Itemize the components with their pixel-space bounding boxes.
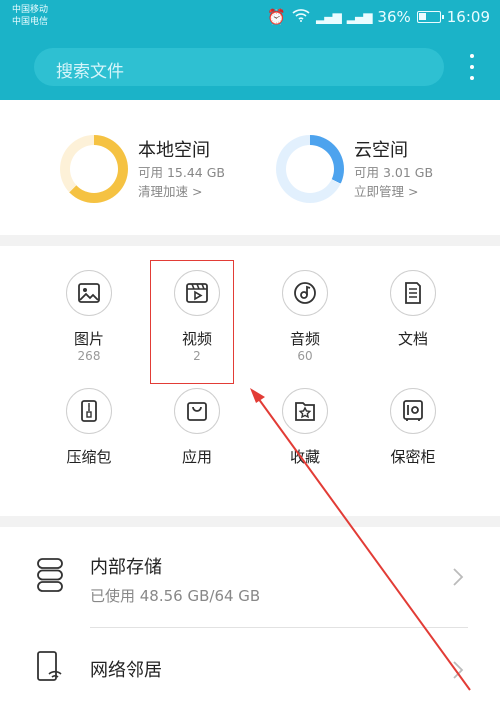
annotation-arrow — [250, 388, 471, 691]
